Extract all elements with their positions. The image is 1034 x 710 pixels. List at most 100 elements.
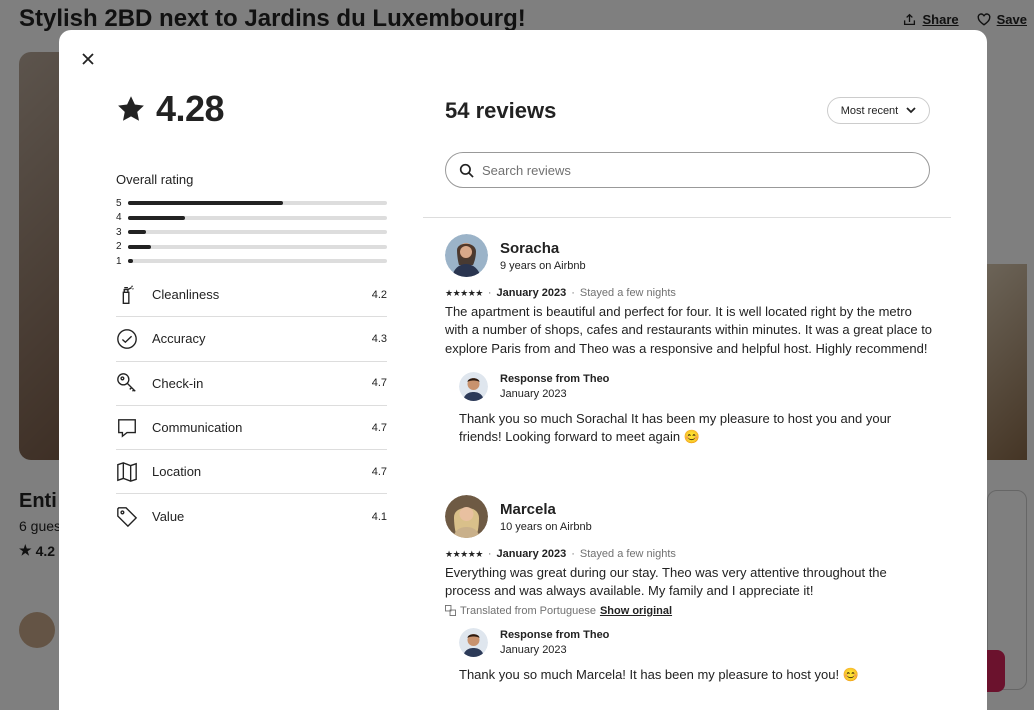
response-text: Thank you so much Sorachal It has been m…: [459, 410, 892, 445]
sort-dropdown[interactable]: Most recent: [827, 97, 930, 124]
response-date: January 2023: [500, 387, 567, 400]
histogram-star-label: 1: [116, 255, 122, 267]
separator: ·: [487, 287, 492, 299]
check-circle-icon: [116, 327, 152, 351]
separator: ·: [571, 287, 575, 299]
reviewer-name: Marcela: [500, 500, 556, 518]
chevron-down-icon: [906, 107, 916, 114]
response-info: Response from Theo January 2023: [500, 629, 609, 656]
host-response: Response from Theo January 2023 Thank yo…: [459, 627, 935, 684]
divider: [423, 217, 951, 218]
category-row: Communication 4.7: [116, 406, 387, 451]
histogram-star-label: 3: [116, 226, 122, 238]
category-row: Check-in 4.7: [116, 362, 387, 406]
close-button[interactable]: [77, 48, 99, 70]
response-info: Response from Theo January 2023: [500, 373, 609, 400]
histogram-track: [128, 201, 387, 206]
histogram-row: 2: [116, 240, 387, 255]
category-name: Cleanliness: [152, 287, 220, 303]
category-row: Value 4.1: [116, 494, 387, 538]
review-meta: ★★★★★ · January 2023 · Stayed a few nigh…: [445, 548, 935, 560]
star-icon: [118, 96, 144, 121]
separator: ·: [487, 548, 492, 560]
reviews-modal: 4.28 Overall rating 5 4 3 2 1 Cleanliness 4.2…: [59, 30, 987, 710]
reviewer-header: Soracha 9 years on Airbnb: [445, 234, 935, 277]
review-stars: ★★★★★: [445, 287, 483, 298]
category-row: Cleanliness 4.2: [116, 273, 387, 318]
host-avatar[interactable]: [459, 371, 488, 401]
category-score: 4.2: [371, 288, 387, 301]
response-header: Response from Theo January 2023: [459, 371, 935, 401]
review-item: Soracha 9 years on Airbnb ★★★★★ · Januar…: [445, 234, 935, 446]
review-date: January 2023: [496, 548, 567, 560]
reviewer-name: Soracha: [500, 239, 560, 257]
histogram-fill: [128, 201, 284, 206]
close-icon: [82, 53, 94, 65]
review-stay: Stayed a few nights: [579, 548, 676, 560]
search-reviews[interactable]: [445, 152, 930, 188]
reviews-count: 54 reviews: [445, 98, 557, 123]
category-score: 4.1: [371, 510, 387, 523]
histogram-track: [128, 259, 387, 264]
map-icon: [116, 460, 152, 484]
histogram-row: 4: [116, 211, 387, 226]
spray-bottle-icon: [116, 283, 152, 307]
category-score: 4.3: [371, 332, 387, 345]
message-icon: [116, 416, 152, 440]
key-icon: [116, 371, 152, 395]
category-name: Check-in: [152, 375, 204, 391]
review-stars: ★★★★★: [445, 548, 483, 559]
reviewer-avatar[interactable]: [445, 495, 488, 538]
category-row: Accuracy 4.3: [116, 317, 387, 362]
category-row: Location 4.7: [116, 450, 387, 495]
response-header: Response from Theo January 2023: [459, 627, 935, 657]
histogram-fill: [128, 215, 185, 220]
review-item: Marcela 10 years on Airbnb ★★★★★ · Janua…: [445, 495, 935, 684]
translate-icon: [445, 605, 456, 617]
histogram-row: 1: [116, 254, 387, 269]
review-stay: Stayed a few nights: [579, 287, 676, 299]
histogram-star-label: 2: [116, 241, 122, 253]
host-avatar[interactable]: [459, 627, 488, 657]
histogram-track: [128, 215, 387, 220]
review-date: January 2023: [496, 287, 567, 299]
histogram-fill: [128, 259, 134, 264]
sort-label: Most recent: [840, 104, 899, 117]
reviewer-tenure: 10 years on Airbnb: [500, 520, 592, 533]
reviewer-info: Soracha 9 years on Airbnb: [500, 240, 586, 272]
response-text: Thank you so much Marcela! It has been m…: [459, 666, 859, 682]
category-score: 4.7: [371, 377, 387, 390]
review-text: The apartment is beautiful and perfect f…: [445, 304, 933, 356]
overall-rating: 4.28: [116, 88, 225, 130]
histogram-track: [128, 244, 387, 249]
histogram-row: 5: [116, 196, 387, 211]
response-date: January 2023: [500, 643, 567, 656]
response-from: Response from Theo: [500, 628, 610, 641]
translated-label: Translated from Portuguese: [460, 604, 596, 617]
translation-note: Translated from Portuguese Show original: [445, 605, 935, 617]
reviewer-tenure: 9 years on Airbnb: [500, 259, 586, 272]
reviewer-info: Marcela 10 years on Airbnb: [500, 501, 592, 533]
show-original-link[interactable]: Show original: [600, 605, 672, 617]
separator: ·: [571, 548, 575, 560]
category-name: Location: [152, 464, 202, 480]
histogram-star-label: 4: [116, 212, 122, 224]
host-response: Response from Theo January 2023 Thank yo…: [459, 371, 935, 447]
tag-icon: [116, 505, 152, 529]
category-name: Accuracy: [152, 331, 206, 347]
reviewer-header: Marcela 10 years on Airbnb: [445, 495, 935, 538]
overall-score: 4.28: [156, 88, 225, 129]
search-input[interactable]: [482, 162, 929, 178]
overall-rating-label: Overall rating: [116, 172, 194, 187]
category-score: 4.7: [371, 421, 387, 434]
rating-histogram: 5 4 3 2 1: [116, 196, 387, 269]
review-text: Everything was great during our stay. Th…: [445, 565, 887, 599]
response-from: Response from Theo: [500, 372, 610, 385]
category-name: Communication: [152, 420, 243, 436]
histogram-star-label: 5: [116, 197, 122, 209]
category-name: Value: [152, 509, 185, 525]
review-meta: ★★★★★ · January 2023 · Stayed a few nigh…: [445, 287, 935, 299]
reviewer-avatar[interactable]: [445, 234, 488, 277]
histogram-fill: [128, 244, 152, 249]
histogram-row: 3: [116, 225, 387, 240]
